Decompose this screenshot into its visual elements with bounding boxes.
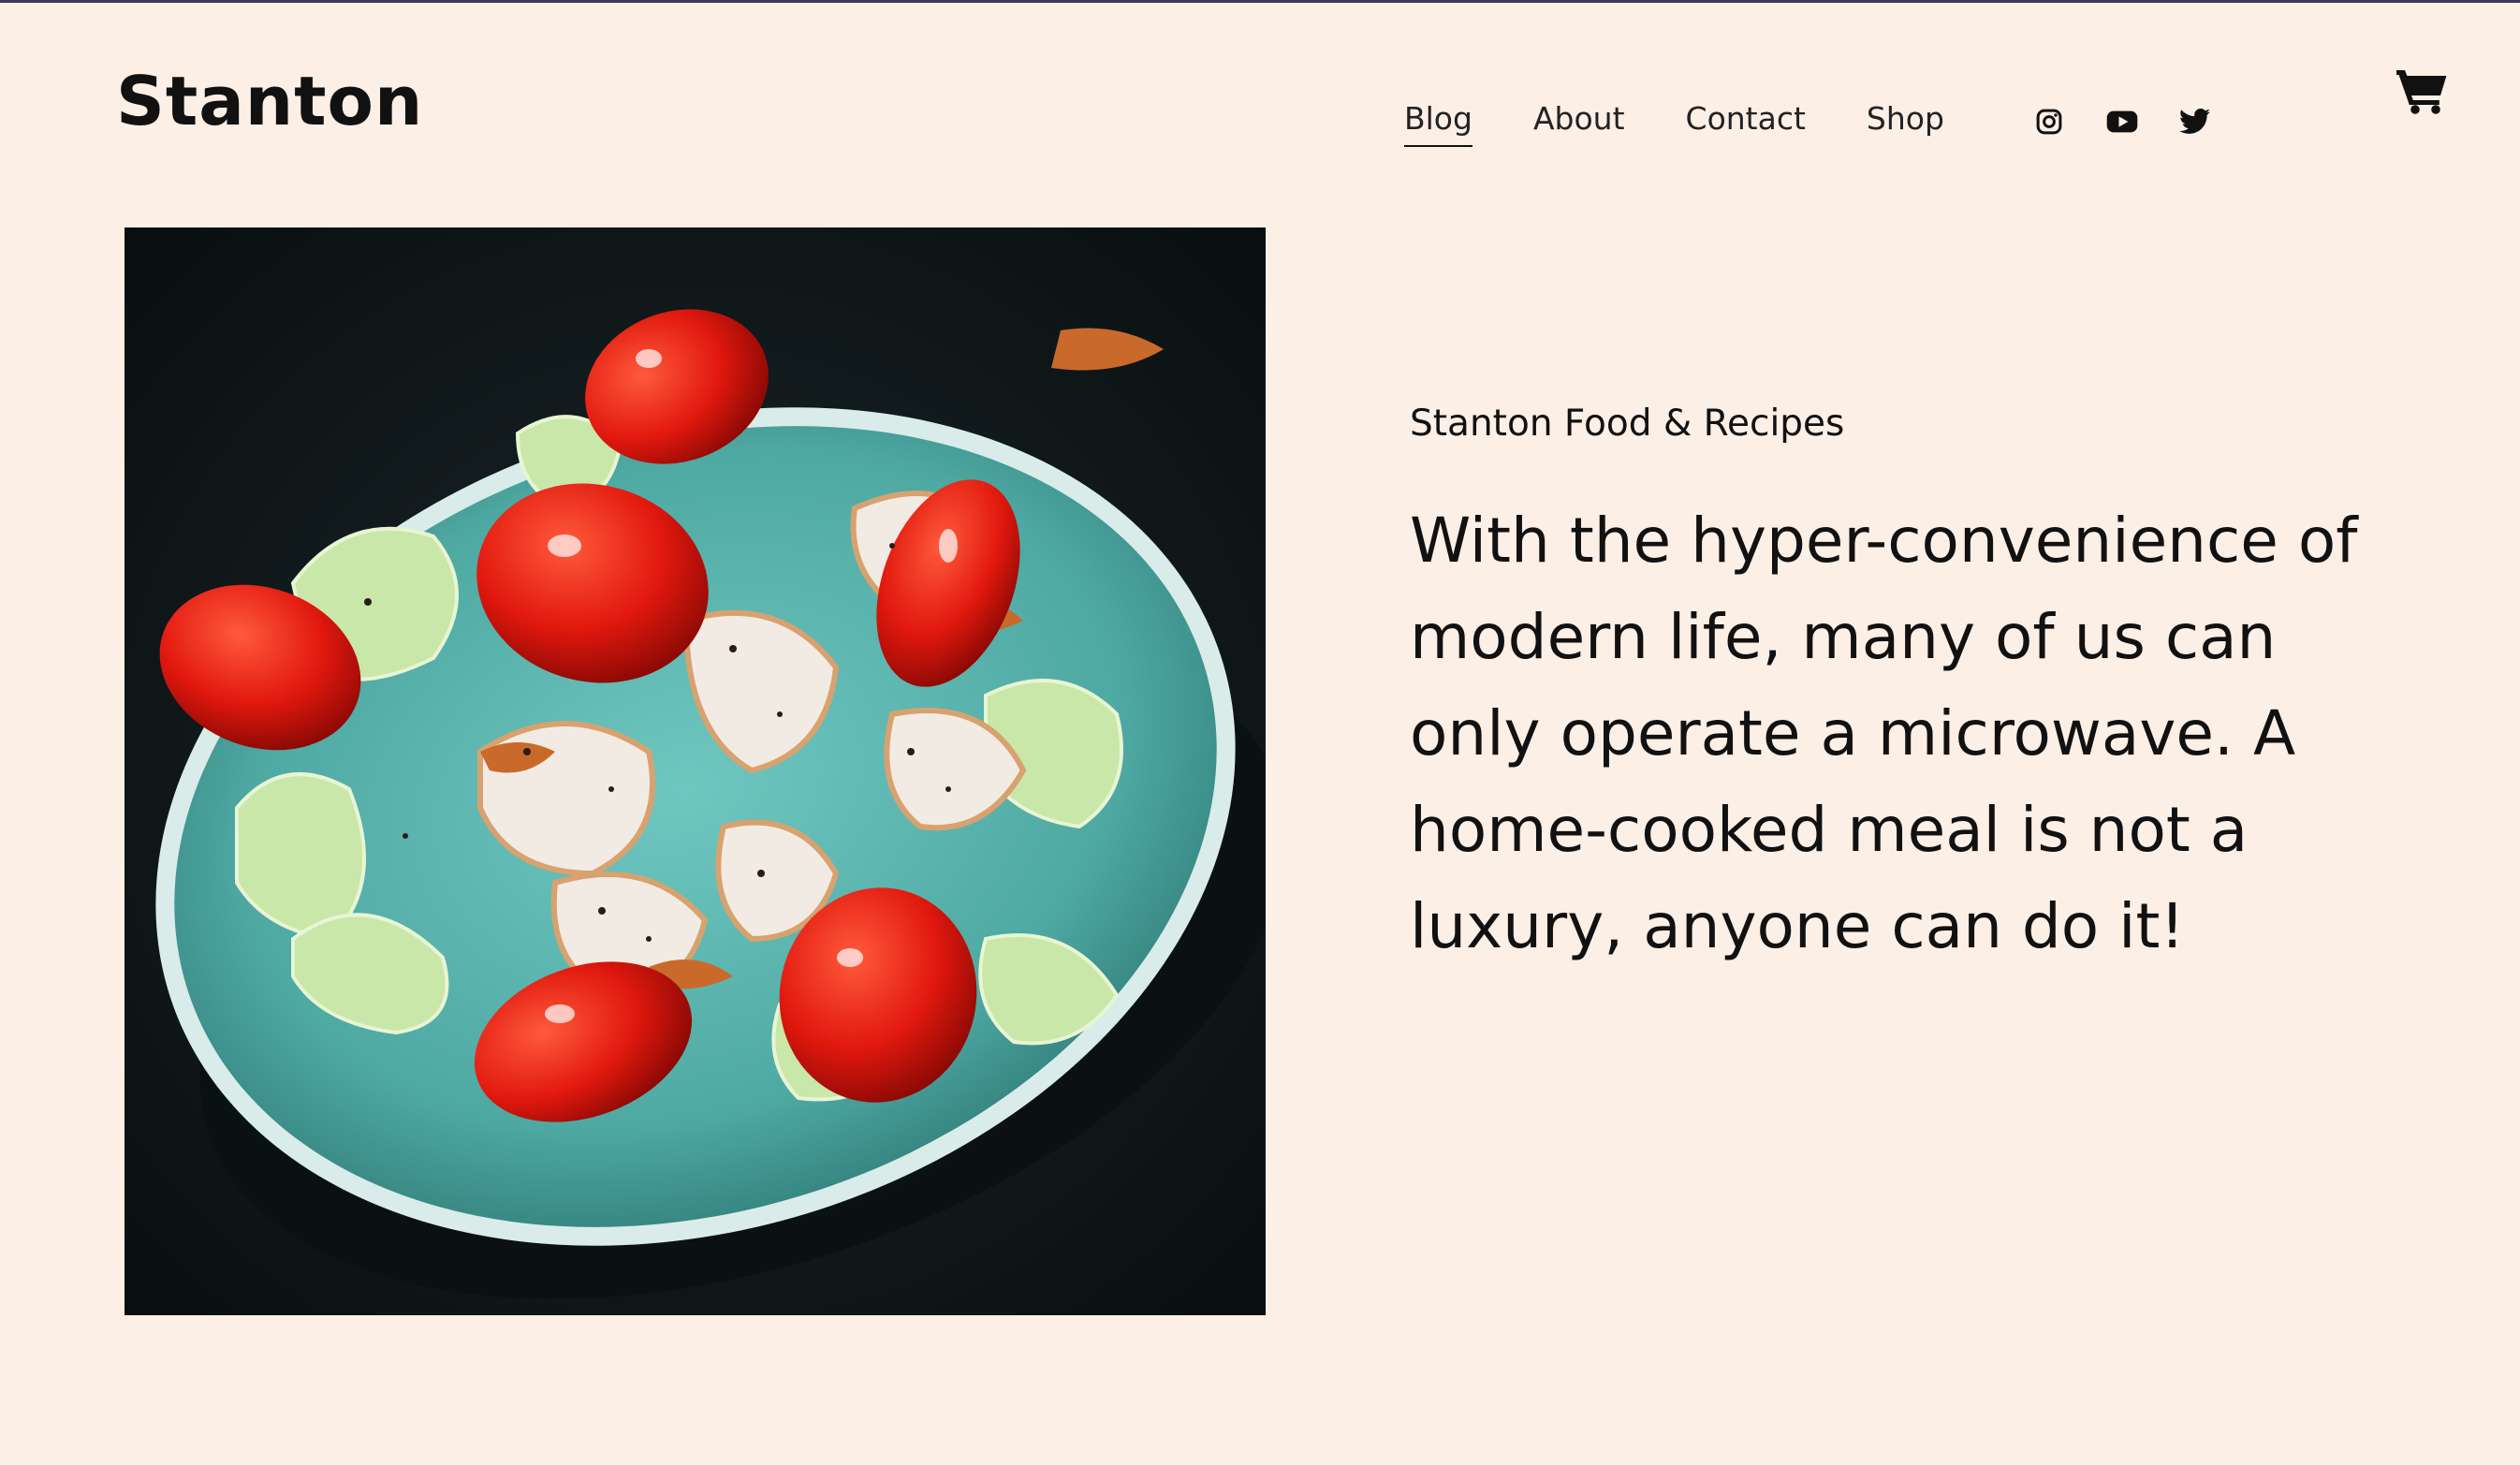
hero-headline: With the hyper-convenience of modern lif… — [1410, 505, 2358, 962]
site-header: Stanton Blog About Contact Shop — [0, 0, 2520, 187]
nav-item-blog[interactable]: Blog — [1404, 103, 1472, 147]
twitter-icon[interactable] — [2179, 106, 2211, 138]
salad-bowl-photo — [125, 227, 1266, 1315]
nav-item-shop[interactable]: Shop — [1867, 103, 1944, 147]
social-links — [2033, 106, 2211, 138]
nav-item-about[interactable]: About — [1533, 103, 1625, 147]
main-nav: Blog About Contact Shop — [1404, 103, 2005, 147]
instagram-icon[interactable] — [2033, 106, 2065, 138]
youtube-icon[interactable] — [2106, 106, 2138, 138]
cart-icon[interactable] — [2396, 67, 2449, 116]
site-logo[interactable]: Stanton — [116, 67, 423, 135]
blog-subtitle: Stanton Food & Recipes — [1410, 403, 1845, 445]
nav-item-contact[interactable]: Contact — [1686, 103, 1806, 147]
